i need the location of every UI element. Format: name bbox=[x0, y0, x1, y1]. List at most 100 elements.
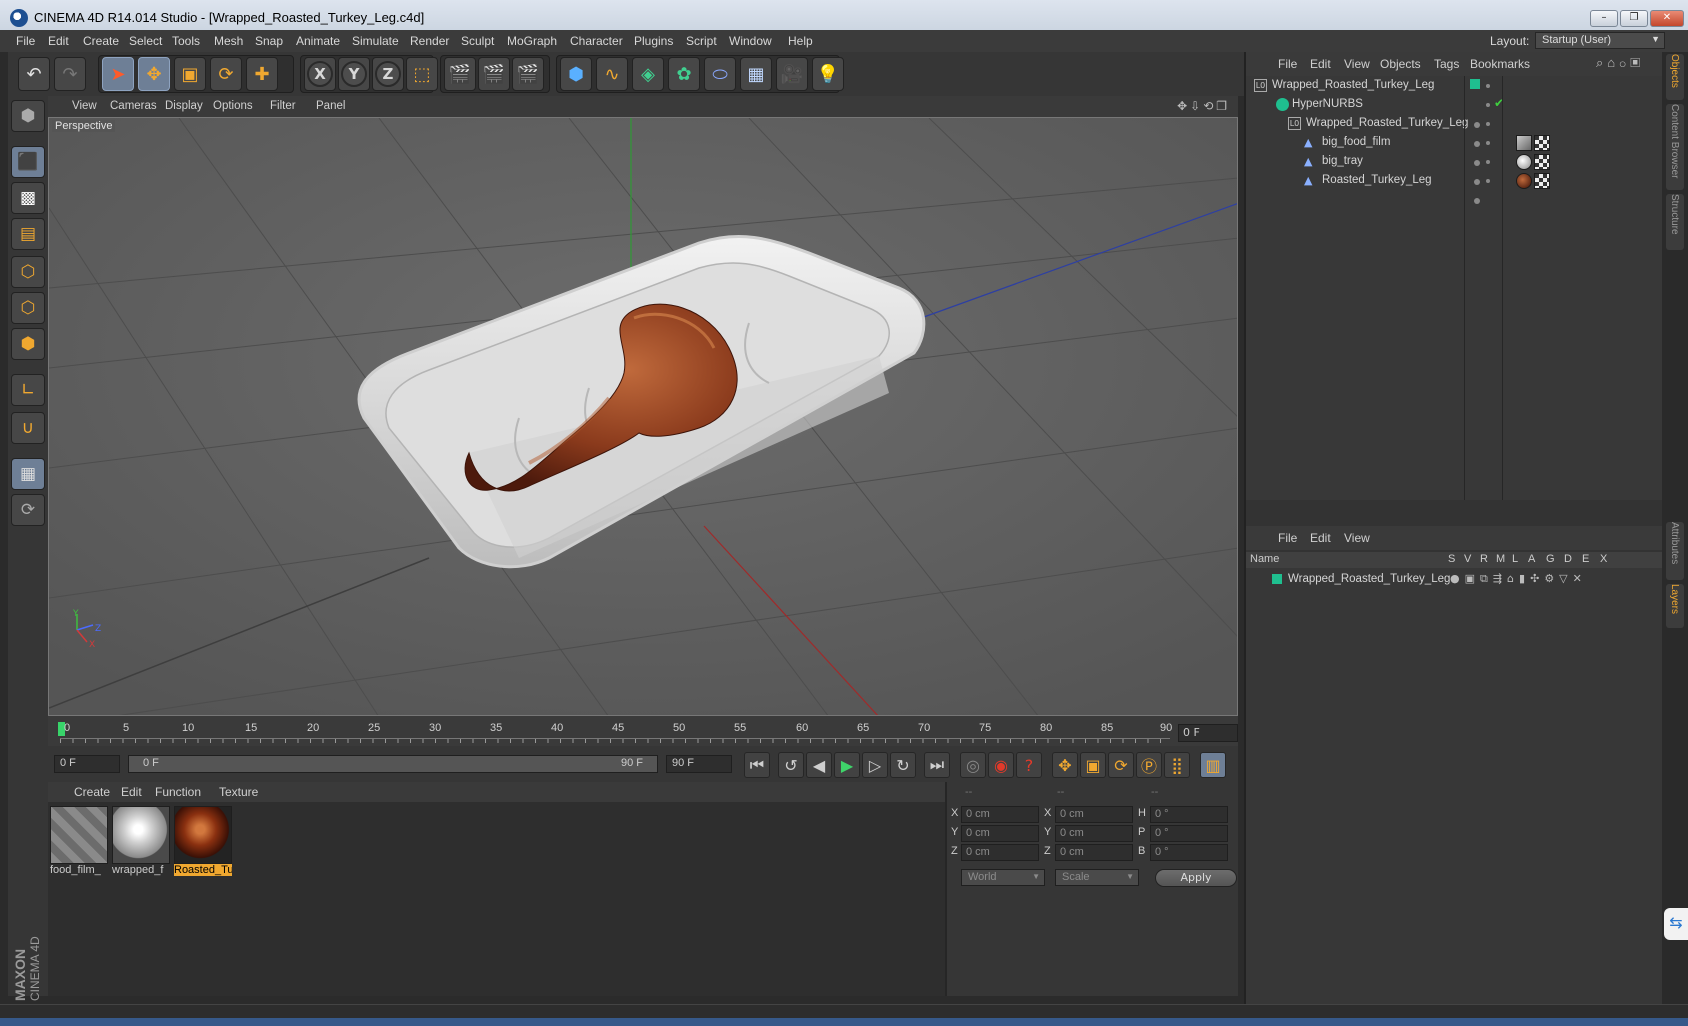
material-swatch-selected[interactable]: Roasted_Tu bbox=[174, 806, 232, 876]
key-position-button[interactable]: ✥ bbox=[1052, 752, 1078, 778]
z-axis-button[interactable]: Z bbox=[372, 57, 404, 91]
coordinate-space-dropdown[interactable]: World ▼ bbox=[961, 869, 1045, 886]
size-mode-dropdown[interactable]: Scale ▼ bbox=[1055, 869, 1139, 886]
key-rotation-button[interactable]: ⟳ bbox=[1108, 752, 1134, 778]
deformer-button[interactable]: ⬭ bbox=[704, 57, 736, 91]
x-axis-button[interactable]: X bbox=[304, 57, 336, 91]
objects-menu-file[interactable]: File bbox=[1278, 57, 1297, 71]
rot-p-field[interactable]: 0 ° bbox=[1150, 825, 1228, 842]
floor-button[interactable]: ▦ bbox=[740, 57, 772, 91]
texture-mode-button[interactable]: ▩ bbox=[11, 182, 45, 214]
menu-select[interactable]: Select bbox=[129, 34, 162, 48]
size-y-field[interactable]: 0 cm bbox=[1055, 825, 1133, 842]
render-picture-viewer-button[interactable]: 🎬 bbox=[478, 57, 510, 91]
current-frame-field[interactable]: 0 F bbox=[1178, 724, 1238, 742]
column-generators[interactable]: G bbox=[1546, 553, 1555, 565]
points-mode-button[interactable]: ⬡ bbox=[11, 256, 45, 288]
nurbs-button[interactable]: ◈ bbox=[632, 57, 664, 91]
column-name[interactable]: Name bbox=[1250, 553, 1279, 565]
go-to-start-button[interactable]: ⏮ bbox=[744, 752, 770, 778]
layout-dropdown[interactable]: Startup (User) ▼ bbox=[1535, 32, 1665, 49]
search-icon[interactable]: ⌕⌂⚬▣ bbox=[1596, 55, 1644, 71]
material-menu-create[interactable]: Create bbox=[74, 785, 110, 799]
menu-script[interactable]: Script bbox=[686, 34, 717, 48]
apply-button[interactable]: Apply bbox=[1155, 869, 1237, 887]
minimize-button[interactable]: – bbox=[1590, 10, 1618, 27]
key-parameter-button[interactable]: Ⓟ bbox=[1136, 752, 1162, 778]
menu-sculpt[interactable]: Sculpt bbox=[461, 34, 494, 48]
menu-animate[interactable]: Animate bbox=[296, 34, 340, 48]
viewport-menu-options[interactable]: Options bbox=[213, 100, 253, 112]
scale-button[interactable]: ▣ bbox=[174, 57, 206, 91]
snap-settings-button[interactable]: ⟳ bbox=[11, 494, 45, 526]
object-row[interactable]: ▲ big_food_film bbox=[1246, 133, 1664, 153]
uvw-tag-icon[interactable] bbox=[1534, 154, 1550, 170]
key-pla-button[interactable]: ⣿ bbox=[1164, 752, 1190, 778]
material-swatch[interactable]: wrapped_f bbox=[112, 806, 170, 876]
menu-simulate[interactable]: Simulate bbox=[352, 34, 399, 48]
viewport-menu-filter[interactable]: Filter bbox=[270, 100, 296, 112]
render-dot[interactable] bbox=[1486, 103, 1490, 107]
end-frame-field[interactable]: 90 F bbox=[666, 755, 732, 773]
axis-mode-button[interactable]: ∟ bbox=[11, 374, 45, 406]
rotate-button[interactable]: ⟳ bbox=[210, 57, 242, 91]
menu-mograph[interactable]: MoGraph bbox=[507, 34, 557, 48]
rot-b-field[interactable]: 0 ° bbox=[1150, 844, 1228, 861]
uvw-tag-icon[interactable] bbox=[1534, 135, 1550, 151]
pos-y-field[interactable]: 0 cm bbox=[961, 825, 1039, 842]
material-tag-icon[interactable] bbox=[1516, 135, 1532, 151]
layers-menu-file[interactable]: File bbox=[1278, 531, 1297, 545]
pos-z-field[interactable]: 0 cm bbox=[961, 844, 1039, 861]
column-manager[interactable]: M bbox=[1496, 553, 1505, 565]
material-swatch[interactable]: food_film_ bbox=[50, 806, 108, 876]
objects-menu-objects[interactable]: Objects bbox=[1380, 57, 1421, 71]
render-view-button[interactable]: 🎬 bbox=[444, 57, 476, 91]
go-to-end-button[interactable]: ⏭ bbox=[924, 752, 950, 778]
object-row[interactable]: ▲ Roasted_Turkey_Leg bbox=[1246, 171, 1664, 191]
viewport-menu-cameras[interactable]: Cameras bbox=[110, 100, 157, 112]
menu-tools[interactable]: Tools bbox=[172, 34, 200, 48]
cube-button[interactable]: ⬢ bbox=[560, 57, 592, 91]
visibility-dot[interactable] bbox=[1474, 198, 1480, 204]
visibility-dot[interactable] bbox=[1474, 179, 1480, 185]
column-render[interactable]: R bbox=[1480, 553, 1488, 565]
camera-button[interactable]: 🎥 bbox=[776, 57, 808, 91]
column-xref[interactable]: X bbox=[1600, 553, 1607, 565]
material-menu-edit[interactable]: Edit bbox=[121, 785, 142, 799]
perspective-viewport[interactable]: Perspective Y Z X bbox=[48, 117, 1238, 716]
make-editable-button[interactable]: ⬢ bbox=[11, 100, 45, 132]
rot-h-field[interactable]: 0 ° bbox=[1150, 806, 1228, 823]
layer-row[interactable]: Wrapped_Roasted_Turkey_Leg ●▣⧉⇶⌂▮✣⚙▽✕ bbox=[1246, 570, 1664, 590]
spline-button[interactable]: ∿ bbox=[596, 57, 628, 91]
object-row[interactable]: ▲ big_tray bbox=[1246, 152, 1664, 172]
viewport-menu-panel[interactable]: Panel bbox=[316, 100, 345, 112]
tab-attributes[interactable]: Attributes bbox=[1666, 522, 1684, 580]
model-mode-button[interactable]: ⬛ bbox=[11, 146, 45, 178]
render-dot[interactable] bbox=[1486, 122, 1490, 126]
material-tag-icon[interactable] bbox=[1516, 154, 1532, 170]
workplane-mode-button[interactable]: ▤ bbox=[11, 218, 45, 250]
tab-layers[interactable]: Layers bbox=[1666, 584, 1684, 628]
redo-button[interactable]: ↷ bbox=[54, 57, 86, 91]
object-row[interactable]: L0 Wrapped_Roasted_Turkey_Leg bbox=[1246, 76, 1664, 96]
keyframe-selection-button[interactable]: ? bbox=[1016, 752, 1042, 778]
teamviewer-icon[interactable]: ⇆ bbox=[1664, 908, 1688, 940]
record-keys-button[interactable]: ◎ bbox=[960, 752, 986, 778]
autokey-button[interactable]: ◉ bbox=[988, 752, 1014, 778]
tab-structure[interactable]: Structure bbox=[1666, 194, 1684, 250]
next-key-button[interactable]: ↻ bbox=[890, 752, 916, 778]
start-frame-field[interactable]: 0 F bbox=[54, 755, 120, 773]
objects-menu-bookmarks[interactable]: Bookmarks bbox=[1470, 57, 1530, 71]
create-tool-button[interactable]: ✚ bbox=[246, 57, 278, 91]
layers-menu-view[interactable]: View bbox=[1344, 531, 1370, 545]
objects-menu-edit[interactable]: Edit bbox=[1310, 57, 1331, 71]
array-button[interactable]: ✿ bbox=[668, 57, 700, 91]
viewport-menu-view[interactable]: View bbox=[72, 100, 97, 112]
viewport-navigation-icons[interactable]: ✥⇩⟲❐ bbox=[1177, 99, 1230, 113]
previous-key-button[interactable]: ↺ bbox=[778, 752, 804, 778]
workplane-lock-button[interactable]: ▦ bbox=[11, 458, 45, 490]
column-expressions[interactable]: E bbox=[1582, 553, 1589, 565]
render-dot[interactable] bbox=[1486, 160, 1490, 164]
frame-range-slider[interactable]: 0 F 90 F bbox=[128, 755, 658, 773]
viewport-menu-display[interactable]: Display bbox=[165, 100, 203, 112]
